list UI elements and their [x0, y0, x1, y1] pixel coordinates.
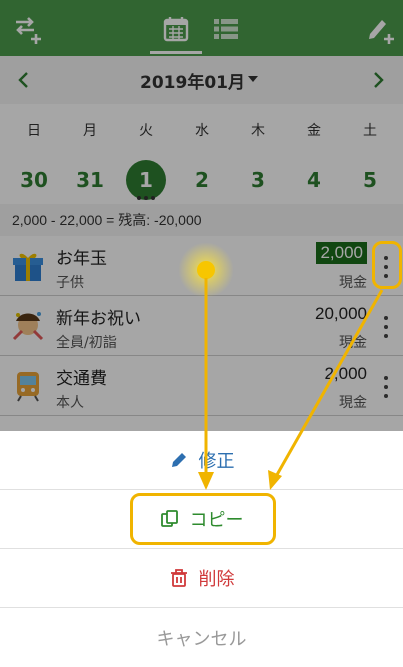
copy-button[interactable]: コピー: [0, 490, 403, 549]
trash-icon: [169, 568, 189, 588]
cancel-button[interactable]: キャンセル: [0, 608, 403, 667]
delete-button[interactable]: 削除: [0, 549, 403, 608]
modal-scrim[interactable]: [0, 0, 403, 431]
edit-button[interactable]: 修正: [0, 431, 403, 490]
copy-icon: [160, 509, 180, 529]
copy-label: コピー: [189, 510, 244, 531]
action-sheet: 修正 コピー 削除 キャンセル: [0, 431, 403, 667]
edit-label: 修正: [198, 451, 235, 472]
pencil-icon: [169, 450, 189, 470]
cancel-label: キャンセル: [156, 628, 247, 650]
delete-label: 削除: [198, 569, 235, 590]
